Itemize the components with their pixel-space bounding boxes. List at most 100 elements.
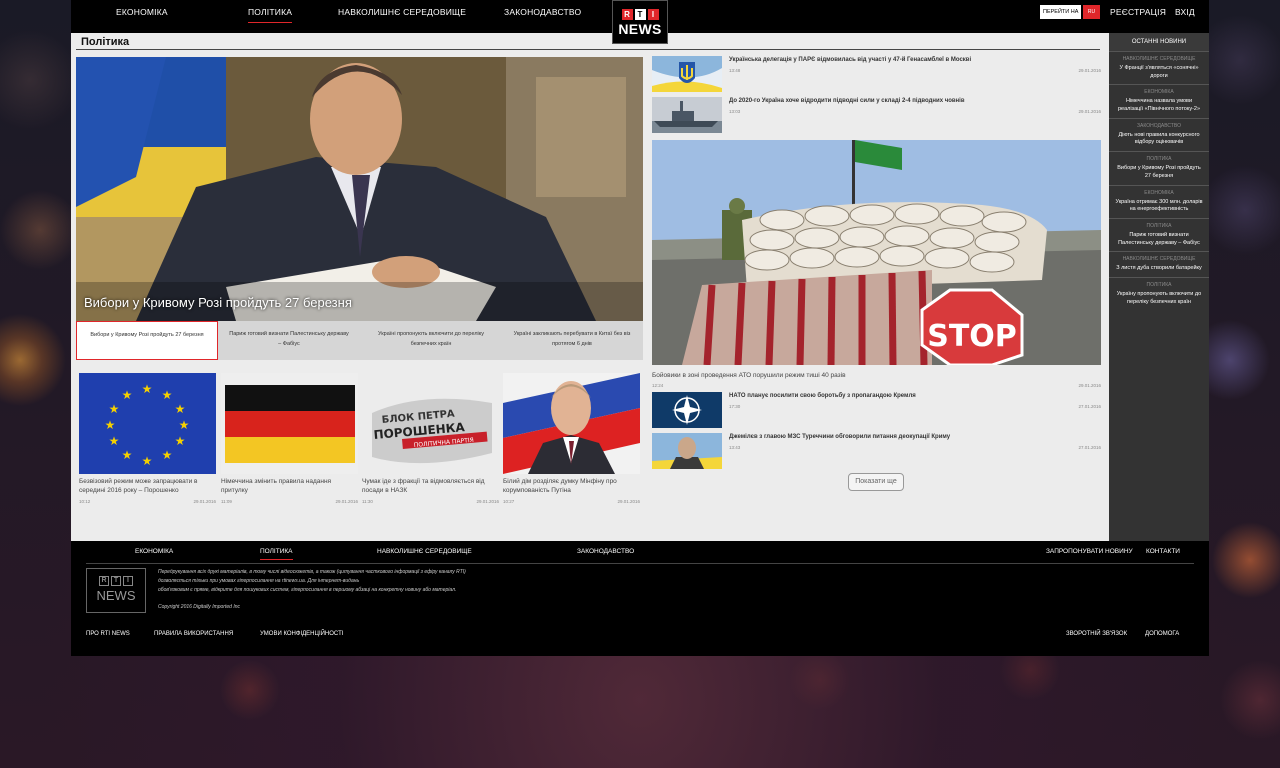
- list-item-time: 17:30: [729, 404, 741, 409]
- sidebar-news-item[interactable]: Політика Вибори у Кривому Розі пройдуть 2…: [1109, 151, 1209, 184]
- language-switch-label: Перейти на: [1040, 5, 1082, 19]
- sidebar-news-item[interactable]: Навколишнє середовище У Франції з'являтьс…: [1109, 51, 1209, 84]
- list-item-title: Джемілєв з главою МЗС Туреччини обговори…: [729, 434, 951, 440]
- svg-text:★: ★: [122, 388, 133, 402]
- strip-item[interactable]: Вибори у Кривому Розі пройдуть 27 березн…: [76, 321, 218, 360]
- strip-item[interactable]: Париж готовий визнати Палестинську держа…: [218, 321, 360, 360]
- sidebar-item-category: Законодавство: [1137, 122, 1181, 129]
- featured-article-image[interactable]: STOP: [652, 140, 1101, 365]
- sidebar-item-category: Економіка: [1144, 189, 1174, 196]
- featured-article-time: 12:24: [652, 383, 664, 388]
- featured-article-caption[interactable]: Бойовики в зоні проведення АТО порушили …: [652, 372, 846, 379]
- logo-letter: I: [647, 9, 659, 20]
- list-item-title: До 2020-го Україна хоче відродити підвод…: [729, 98, 965, 104]
- help-link[interactable]: Допомога: [1145, 631, 1179, 637]
- svg-text:★: ★: [109, 402, 120, 416]
- news-card[interactable]: ★ ★ ★ ★ ★ ★ ★ ★ ★ ★ ★ ★ Безвізовий режим може зап…: [79, 373, 216, 504]
- footer-divider: [86, 563, 1194, 564]
- logo-letter: T: [634, 9, 646, 20]
- card-title: Чумак іде з фракції та відмовляється від…: [362, 478, 485, 494]
- card-time: 11:30: [362, 498, 373, 504]
- sidebar-item-category: Політика: [1146, 281, 1172, 288]
- card-title: Безвізовий режим може запрацювати в сере…: [79, 478, 198, 494]
- sidebar-news-item[interactable]: Економіка Німеччина назвала умови реаліза…: [1109, 84, 1209, 117]
- list-item-title: Українська делегація у ПАРЄ відмовилась …: [729, 57, 972, 63]
- language-switch-button[interactable]: RU: [1083, 5, 1100, 19]
- news-card[interactable]: Німеччина змінить правила надання притул…: [221, 373, 358, 504]
- footer-copyright: Copyright 2016 Digitally Imported Inc: [158, 604, 240, 610]
- sidebar-item-title: У Франції з'являться «сонячні» дороги: [1119, 65, 1199, 79]
- sidebar-item-title: Україна отримає 300 млн. доларів на енер…: [1115, 198, 1203, 213]
- strip-item[interactable]: Україні пропонують включити до переліку …: [360, 321, 502, 360]
- news-list-item[interactable]: До 2020-го Україна хоче відродити підвод…: [652, 97, 1101, 135]
- svg-text:★: ★: [142, 382, 153, 396]
- svg-text:★: ★: [175, 402, 186, 416]
- sidebar-news-item[interactable]: Політика Україну пропонують включити до п…: [1109, 276, 1209, 310]
- sidebar-item-title: Вибори у Кривому Розі пройдуть 27 березн…: [1117, 165, 1201, 179]
- strip-item[interactable]: Україні закликають перебувати в Китаї бе…: [501, 321, 643, 360]
- footer-nav-economy[interactable]: Економіка: [135, 548, 173, 555]
- sidebar-item-title: Німеччина назвала умови реалізації «Півн…: [1117, 98, 1201, 113]
- news-card[interactable]: Білий дім розділяє думку Мінфіну про кор…: [503, 373, 640, 504]
- register-link[interactable]: Реєстрація: [1110, 7, 1166, 17]
- footer-copyright-text-1: Передрукування всіх друкі матеріалів, в …: [158, 569, 466, 575]
- about-link[interactable]: Про RTI News: [86, 631, 130, 637]
- rules-link[interactable]: Правила використання: [154, 631, 233, 637]
- stop-sign-text: STOP: [927, 319, 1017, 354]
- sidebar-item-category: Економіка: [1144, 89, 1174, 96]
- footer-nav-environment[interactable]: Навколишнє середовище: [377, 548, 472, 555]
- news-list-item[interactable]: Українська делегація у ПАРЄ відмовилась …: [652, 56, 1101, 94]
- logo-letter: R: [621, 9, 633, 20]
- section-divider: [76, 49, 1100, 50]
- footer-logo-letter: T: [111, 576, 121, 586]
- list-item-date: 29.01.2016: [1078, 109, 1101, 114]
- checkpoint-illustration: STOP: [652, 140, 1101, 365]
- svg-text:★: ★: [162, 448, 173, 462]
- card-date: 29.01.2016: [193, 498, 216, 504]
- news-card[interactable]: БЛОК ПЕТРА ПОРОШЕНКА ПОЛІТИЧНА ПАРТІЯ Чу…: [362, 373, 499, 504]
- svg-text:★: ★: [162, 388, 173, 402]
- page-footer: Економіка Політика Навколишнє середовище…: [71, 541, 1209, 656]
- news-list-item[interactable]: Джемілєв з главою МЗС Туреччини обговори…: [652, 433, 1101, 471]
- footer-logo-word: NEWS: [96, 588, 136, 603]
- footer-nav-legislation[interactable]: Законодавство: [577, 548, 634, 555]
- site-logo[interactable]: R T I NEWS: [612, 0, 668, 44]
- contacts-link[interactable]: Контакти: [1146, 548, 1180, 555]
- sidebar-item-category: Навколишнє середовище: [1122, 256, 1196, 263]
- section-title: Політика: [81, 36, 130, 48]
- footer-logo-letter: R: [99, 576, 109, 586]
- putin-cartoon-image: [503, 373, 640, 474]
- card-time: 11:09: [221, 498, 232, 504]
- list-item-time: 13:03: [729, 109, 741, 114]
- sidebar-news-item[interactable]: Політика Париж готовий визнати Палестинсь…: [1109, 217, 1209, 251]
- card-time: 10:27: [503, 498, 515, 504]
- nav-environment[interactable]: Навколишнє середовище: [338, 7, 466, 17]
- feedback-link[interactable]: Зворотній зв'язок: [1066, 631, 1127, 637]
- sidebar-news-item[interactable]: Навколишнє середовище З листя дуба створи…: [1109, 251, 1209, 277]
- germany-flag-image: [221, 373, 358, 474]
- nav-legislation[interactable]: Законодавство: [504, 7, 581, 17]
- sidebar-heading: Останні новини: [1109, 33, 1209, 51]
- footer-nav-politics[interactable]: Політика: [260, 548, 293, 560]
- suggest-news-link[interactable]: Запропонувати новину: [1046, 548, 1133, 555]
- list-item-date: 27.01.2016: [1078, 404, 1101, 409]
- login-link[interactable]: Вхід: [1175, 7, 1195, 17]
- footer-copyright-text-3: обов'язковим є пряме, відкрите для пошук…: [158, 587, 457, 593]
- featured-article-date: 29.01.2016: [1078, 383, 1101, 388]
- hero-article[interactable]: Вибори у Кривому Розі пройдуть 27 березн…: [76, 57, 643, 321]
- sidebar-item-title: Париж готовий визнати Палестинську держа…: [1118, 231, 1200, 246]
- list-item-title: НАТО планує посилити свою боротьбу з про…: [729, 393, 916, 399]
- privacy-link[interactable]: Умови конфіденційності: [260, 631, 343, 637]
- footer-copyright-text-2: дозволяється тільки при умовах гіперпоси…: [158, 578, 360, 584]
- show-more-button[interactable]: Показати ще: [848, 473, 904, 491]
- sidebar-item-category: Політика: [1146, 156, 1172, 163]
- sidebar-news-item[interactable]: Законодавство Діють нові правила конкурсн…: [1109, 117, 1209, 151]
- svg-text:★: ★: [175, 434, 186, 448]
- nav-politics[interactable]: Політика: [248, 7, 293, 23]
- nav-economy[interactable]: Економіка: [116, 7, 168, 17]
- sidebar-news-item[interactable]: Економіка Україна отримає 300 млн. доларі…: [1109, 184, 1209, 218]
- news-list-item[interactable]: НАТО планує посилити свою боротьбу з про…: [652, 392, 1101, 430]
- card-date: 29.01.2016: [617, 498, 640, 504]
- page-container: Економіка Політика Навколишнє середовище…: [71, 0, 1209, 656]
- svg-text:★: ★: [142, 454, 153, 468]
